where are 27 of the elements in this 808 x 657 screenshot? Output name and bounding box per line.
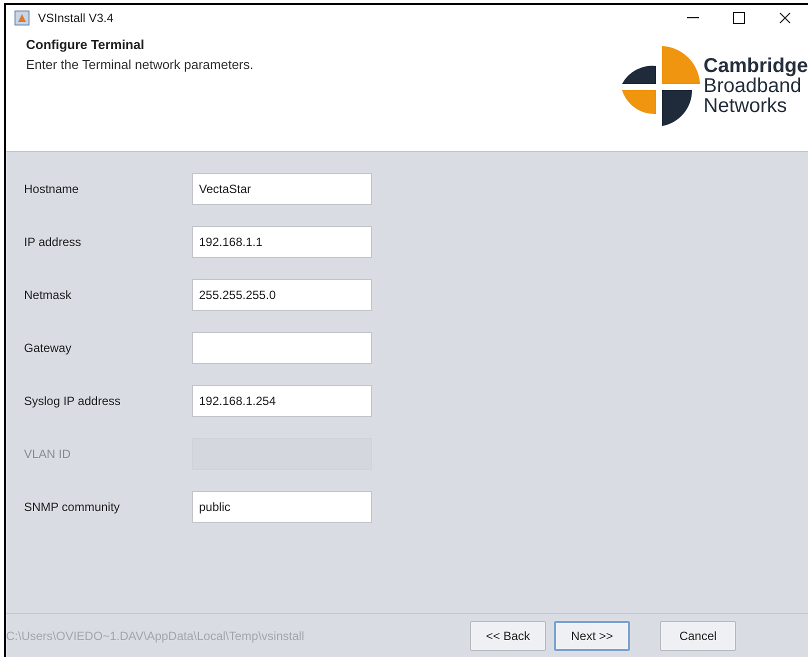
- minimize-icon: [687, 17, 699, 19]
- input-field[interactable]: public: [192, 491, 372, 523]
- path-text: C:\Users\OVIEDO~1.DAV\AppData\Local\Temp\vsinstall: [6, 628, 306, 644]
- field-label: Syslog IP address: [24, 393, 122, 410]
- field-label: Hostname: [24, 181, 80, 198]
- wizard-button[interactable]: << Back: [470, 620, 546, 650]
- input-field[interactable]: 192.168.1.254: [192, 385, 372, 417]
- logo-text: Networks: [704, 96, 788, 116]
- page-subtitle: Enter the Terminal network parameters.: [26, 56, 254, 74]
- logo-text: Cambridge: [704, 56, 808, 76]
- input-field[interactable]: 192.168.1.1: [192, 226, 372, 258]
- maximize-icon: [733, 12, 745, 24]
- field-label: Gateway: [24, 340, 72, 357]
- close-icon: [779, 12, 791, 24]
- logo-text: Broadband: [704, 76, 802, 96]
- page-title: Configure Terminal: [26, 36, 146, 54]
- field-label: SNMP community: [24, 499, 121, 516]
- window-title: VSInstall V3.4: [38, 10, 114, 27]
- field-label: IP address: [24, 234, 82, 251]
- input-field[interactable]: VectaStar: [192, 173, 372, 205]
- app-icon: [14, 10, 30, 26]
- wizard-button[interactable]: Next >>: [554, 620, 630, 650]
- field-label: VLAN ID: [24, 446, 72, 463]
- field-label: Netmask: [24, 287, 72, 304]
- input-field[interactable]: 255.255.255.0: [192, 279, 372, 311]
- input-field[interactable]: [192, 332, 372, 364]
- wizard-button[interactable]: Cancel: [660, 620, 736, 650]
